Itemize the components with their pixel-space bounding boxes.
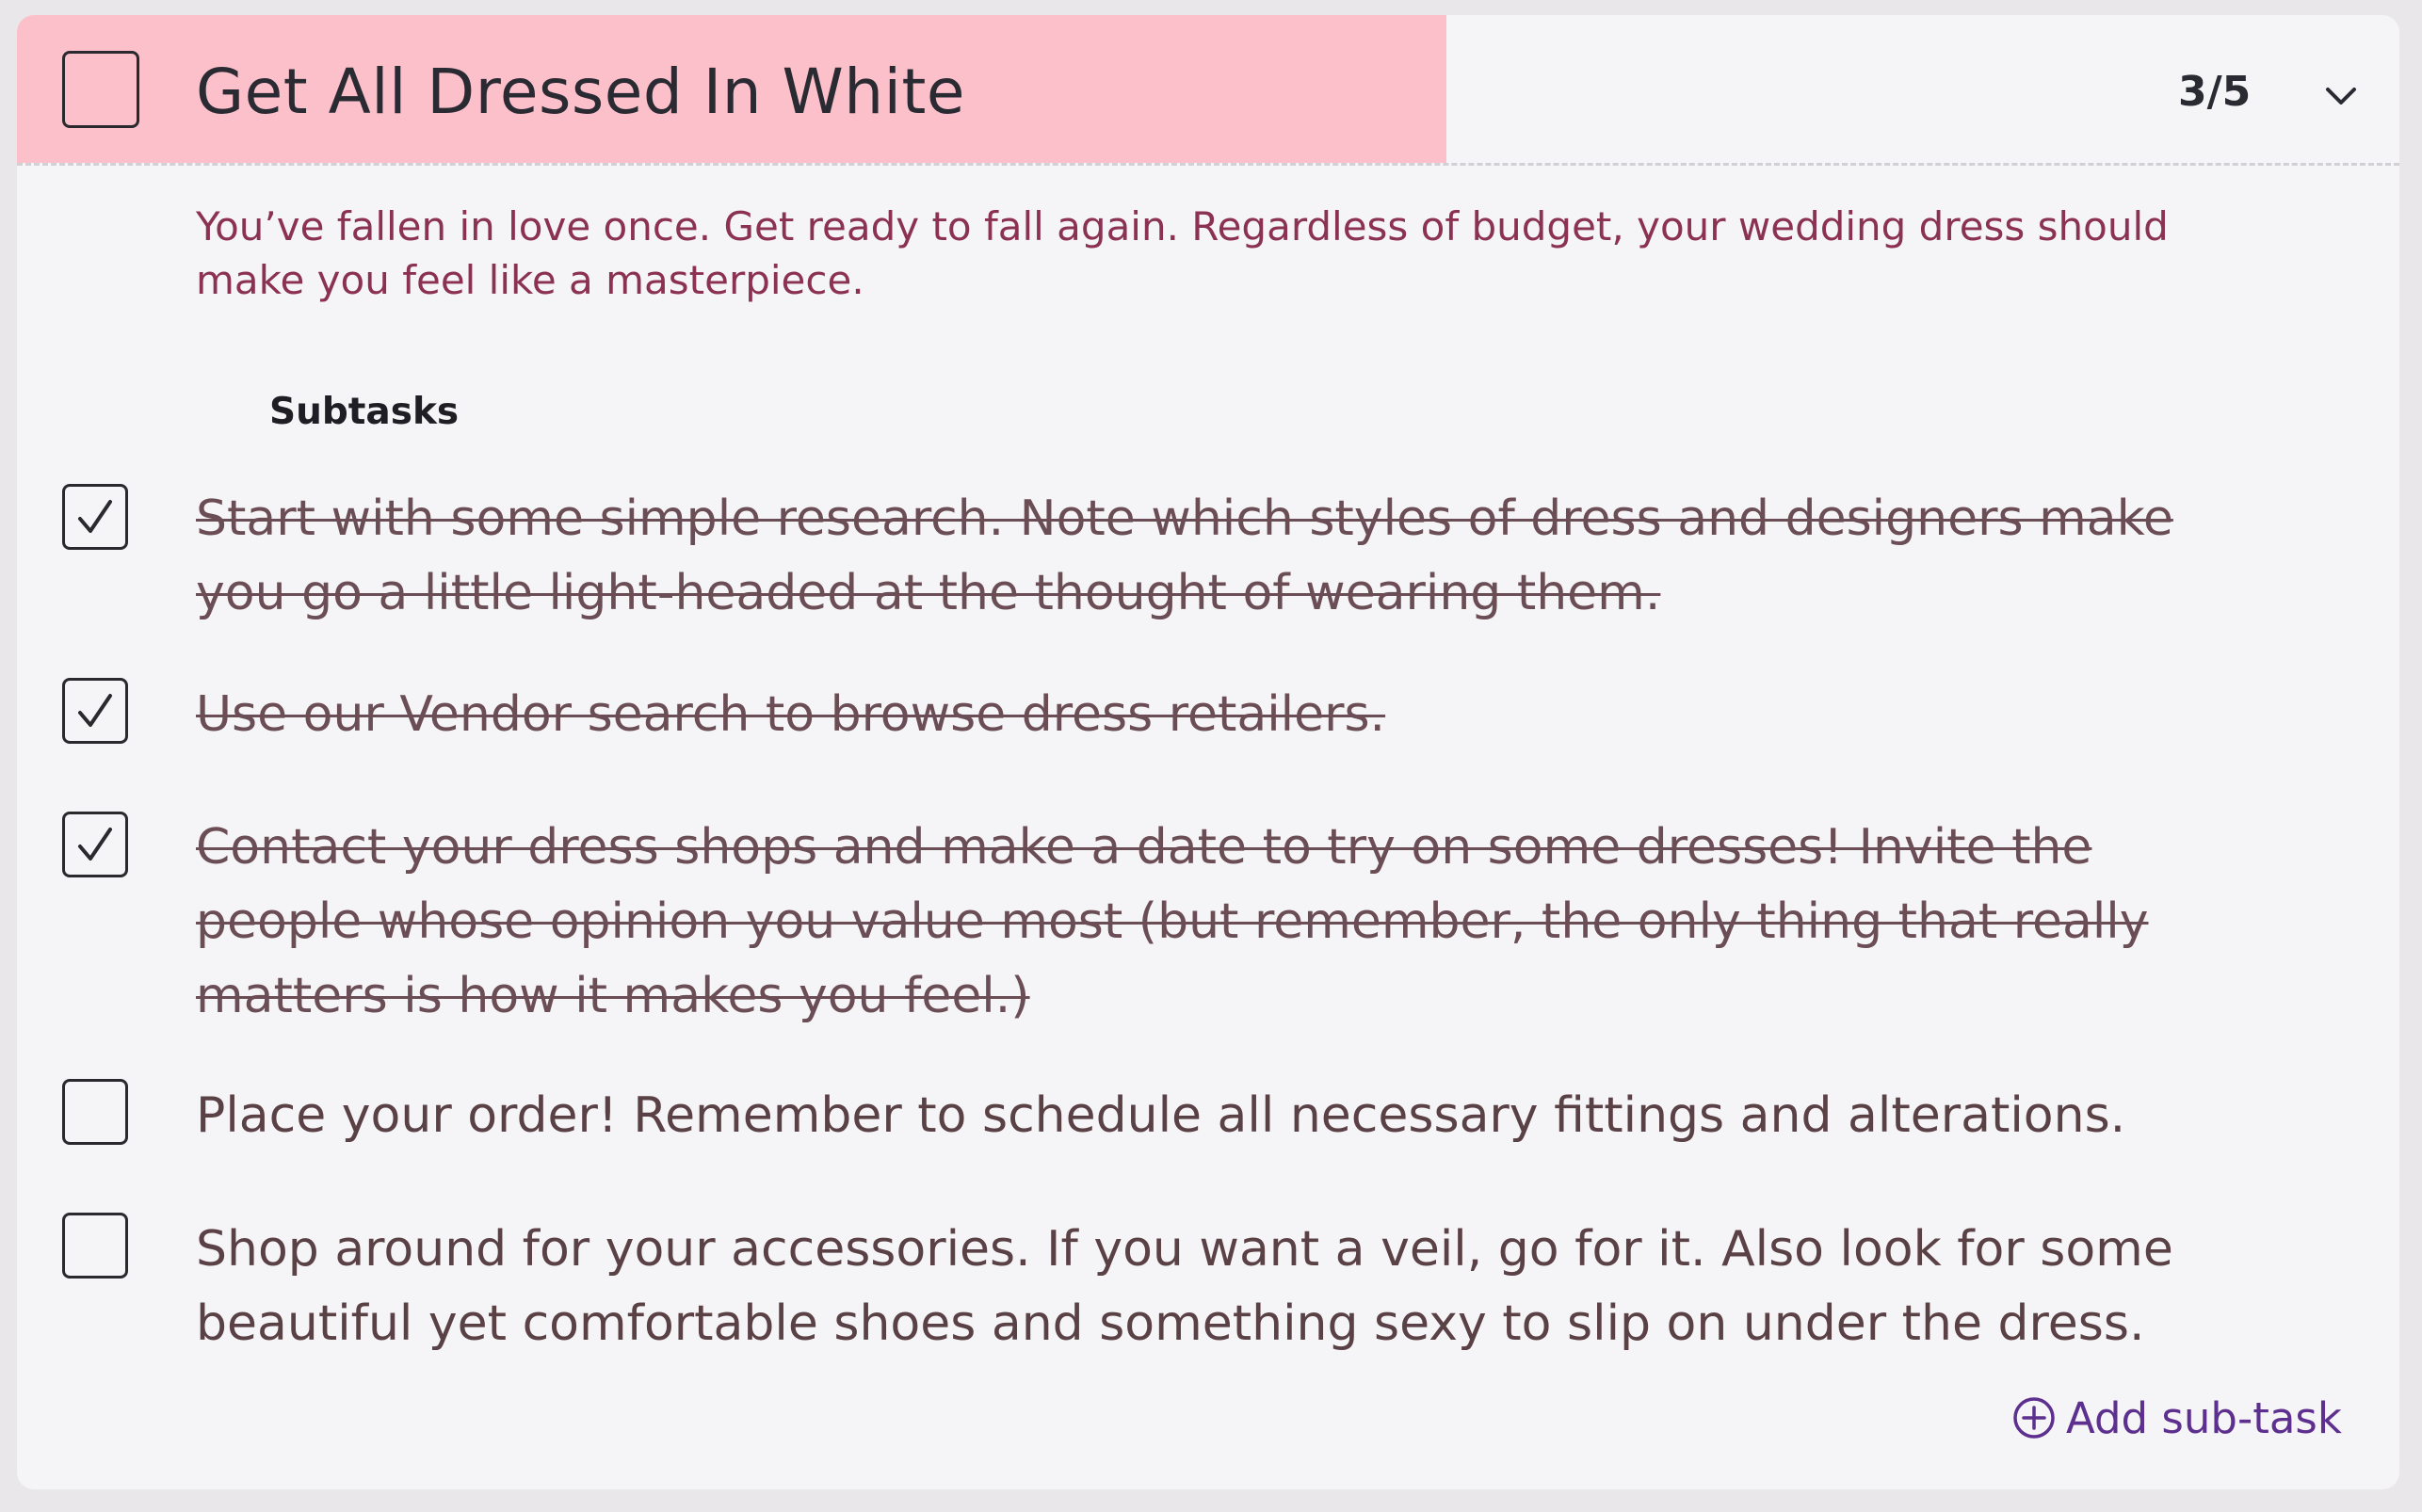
task-description: You’ve fallen in love once. Get ready to… (196, 203, 2169, 303)
checkmark-icon (78, 500, 112, 533)
subtask-checkbox[interactable] (62, 484, 128, 550)
subtask-text: Use our Vendor search to browse dress re… (196, 686, 1386, 743)
task-header[interactable]: Get All Dressed In White 3/5 (17, 15, 2399, 166)
subtask-checkbox[interactable] (62, 678, 128, 744)
subtask-checkbox[interactable] (62, 1213, 128, 1279)
add-subtask-button[interactable]: Add sub-task (2011, 1390, 2342, 1446)
plus-circle-icon (2013, 1397, 2055, 1439)
subtasks-heading: Subtasks (269, 391, 460, 433)
checkmark-icon (78, 694, 112, 727)
task-title: Get All Dressed In White (196, 56, 965, 128)
subtask-count: 3/5 (2178, 68, 2252, 116)
chevron-down-icon[interactable] (2315, 70, 2367, 122)
subtask-text: Shop around for your accessories. If you… (196, 1221, 2173, 1352)
subtask-checkbox[interactable] (62, 812, 128, 877)
add-subtask-label: Add sub-task (2066, 1392, 2342, 1443)
subtask-checkbox[interactable] (62, 1079, 128, 1145)
subtask-text: Contact your dress shops and make a date… (196, 819, 2149, 1024)
task-card: Get All Dressed In White 3/5 You’ve fall… (17, 15, 2399, 1489)
checkmark-icon (78, 828, 112, 861)
task-complete-checkbox[interactable] (62, 51, 139, 128)
subtask-text: Start with some simple research. Note wh… (196, 491, 2173, 621)
subtask-text: Place your order! Remember to schedule a… (196, 1087, 2126, 1144)
